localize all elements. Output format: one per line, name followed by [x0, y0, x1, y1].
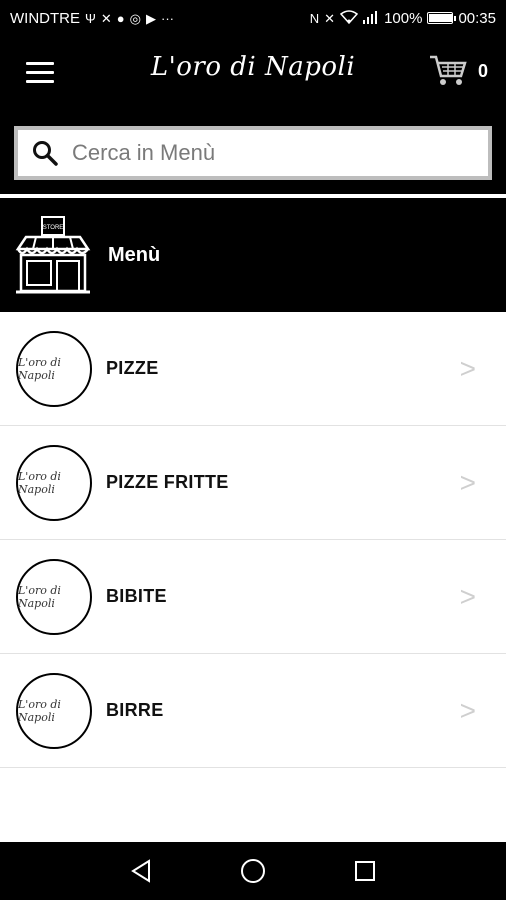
usb-icon: Ψ: [85, 10, 96, 26]
category-label: PIZZE FRITTE: [106, 472, 229, 492]
category-label: BIBITE: [106, 586, 167, 606]
battery-fill: [429, 14, 452, 22]
category-list: L'oro di Napoli PIZZE > L'oro di Napoli …: [0, 312, 506, 768]
category-label: PIZZE: [106, 358, 159, 378]
home-circle-icon: [241, 859, 265, 883]
store-sign-text: STORE: [43, 225, 64, 231]
status-bar: WINDTRE Ψ ✕ ● ◎ ▶ ··· N ✕ 100% 00:35: [0, 0, 506, 36]
cart-count: 0: [477, 60, 488, 81]
recents-button[interactable]: [352, 858, 378, 884]
missed-call-icon: ✕: [100, 10, 112, 26]
chevron-right-icon: >: [459, 352, 476, 384]
category-item-pizze[interactable]: L'oro di Napoli PIZZE >: [0, 312, 506, 426]
back-button[interactable]: [128, 858, 154, 884]
battery-percent: 100%: [384, 9, 423, 27]
youtube-icon: ▶: [145, 10, 156, 26]
store-icon: STORE: [15, 216, 91, 294]
status-left: WINDTRE Ψ ✕ ● ◎ ▶ ···: [10, 10, 174, 27]
category-item-birre[interactable]: L'oro di Napoli BIRRE >: [0, 654, 506, 768]
back-triangle-icon: [131, 859, 150, 883]
status-right: N ✕ 100% 00:35: [310, 10, 496, 27]
chevron-right-icon: >: [459, 580, 476, 612]
menu-section-header: STORE Menù: [0, 198, 506, 312]
category-item-bibite[interactable]: L'oro di Napoli BIBITE >: [0, 540, 506, 654]
chevron-right-icon: >: [459, 694, 476, 726]
menu-section-title: Menù: [108, 243, 161, 266]
search-icon: [33, 141, 58, 166]
system-nav-bar: [0, 842, 506, 900]
more-notifications-icon: ···: [160, 10, 174, 26]
chevron-right-icon: >: [459, 466, 476, 498]
shopping-cart-icon: [429, 55, 467, 85]
instagram-icon: ◎: [129, 10, 141, 26]
category-label: BIRRE: [106, 700, 164, 720]
battery-icon: [427, 12, 457, 24]
app-header: L'oro di Napoli 0: [0, 36, 506, 114]
mute-icon: ✕: [324, 10, 336, 26]
category-logo: L'oro di Napoli: [16, 444, 92, 521]
search-input[interactable]: [72, 140, 452, 166]
signal-icon: [363, 10, 379, 26]
cart-button[interactable]: 0: [428, 54, 488, 88]
search-box[interactable]: [14, 126, 492, 180]
category-logo: L'oro di Napoli: [16, 558, 92, 635]
home-button[interactable]: [240, 858, 266, 884]
clock: 00:35: [458, 9, 496, 27]
recents-square-icon: [355, 861, 375, 881]
carrier-label: WINDTRE: [10, 9, 80, 27]
search-section: [0, 114, 506, 196]
category-logo: L'oro di Napoli: [16, 672, 92, 749]
category-item-pizze-fritte[interactable]: L'oro di Napoli PIZZE FRITTE >: [0, 426, 506, 540]
category-logo: L'oro di Napoli: [16, 330, 92, 407]
wifi-icon: [339, 10, 359, 26]
nfc-icon: N: [309, 10, 320, 26]
facebook-icon: ●: [116, 10, 125, 26]
